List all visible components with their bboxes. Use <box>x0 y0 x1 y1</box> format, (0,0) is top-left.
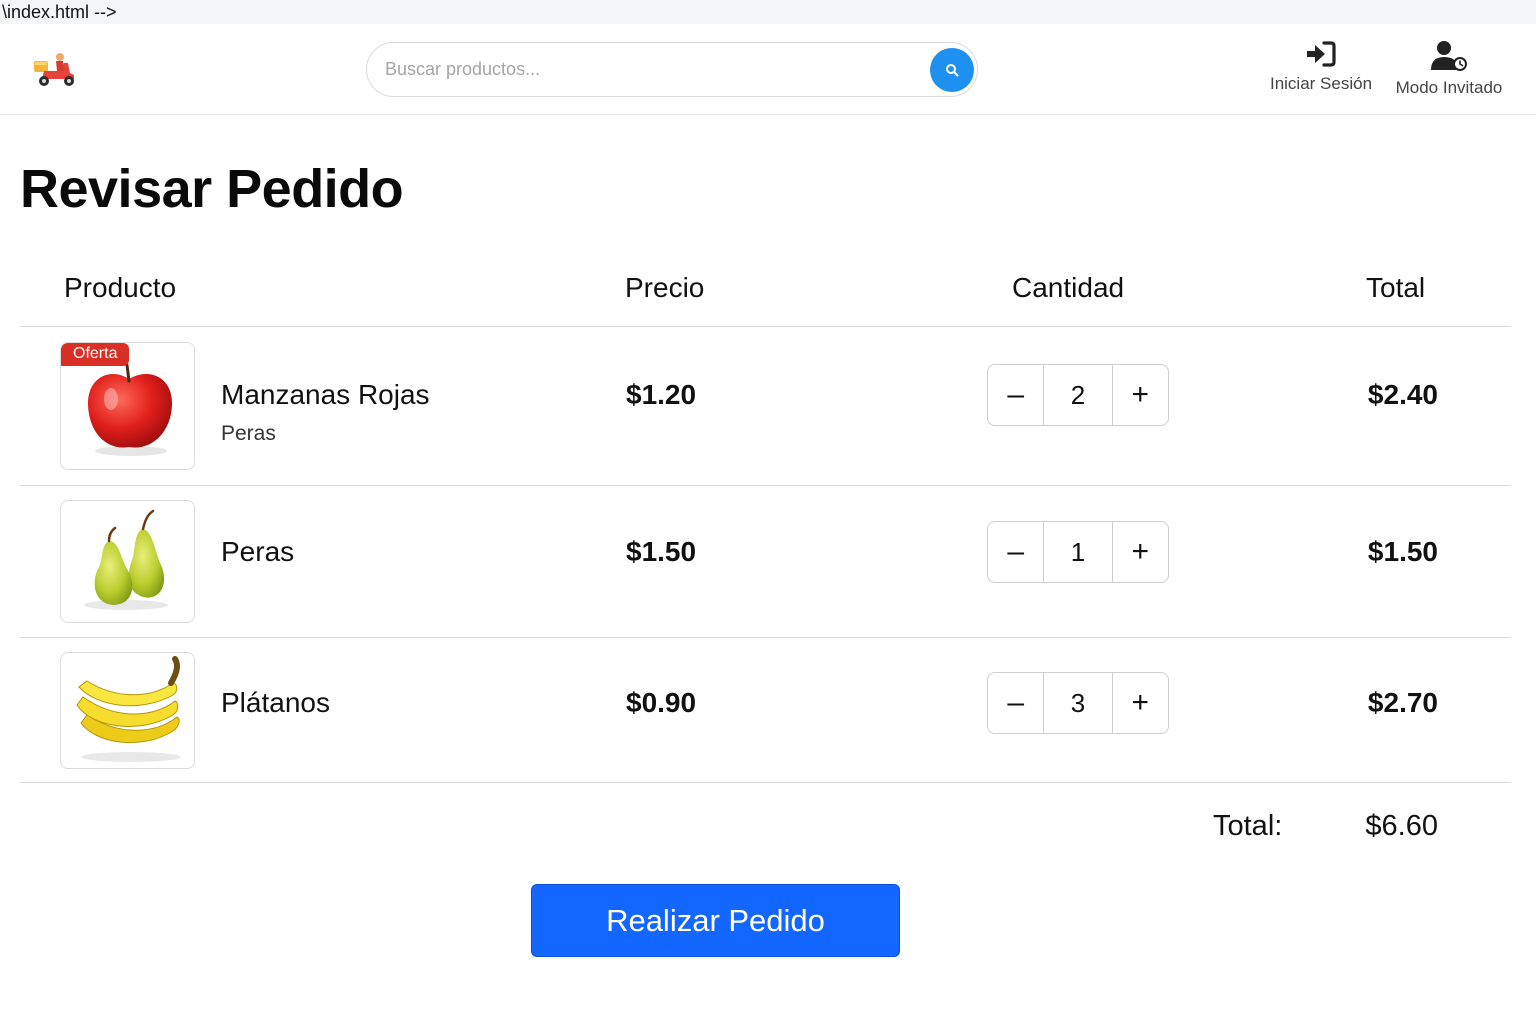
column-header-quantity: Cantidad <box>1012 272 1125 303</box>
table-divider <box>20 782 1511 783</box>
product-name: Peras <box>221 536 295 567</box>
search-bar <box>366 42 978 97</box>
top-navbar: Iniciar Sesión Modo Invitado <box>0 24 1536 115</box>
delivery-scooter-logo[interactable] <box>30 49 78 89</box>
product-price: $1.50 <box>626 536 697 567</box>
column-header-price: Precio <box>625 272 705 303</box>
increment-button[interactable]: + <box>1113 522 1168 582</box>
product-name: Plátanos <box>221 687 330 718</box>
product-subtitle: Peras <box>221 422 276 445</box>
grand-total-value: $6.60 <box>1365 810 1438 842</box>
scooter-icon <box>34 53 74 86</box>
product-image-pears[interactable] <box>60 500 195 623</box>
grand-total-label: Total: <box>1213 810 1283 842</box>
product-price: $0.90 <box>626 687 697 718</box>
increment-button[interactable]: + <box>1113 673 1168 733</box>
table-row: Plátanos $0.90 – 3 + $2.70 <box>20 638 1511 782</box>
product-image-apple[interactable]: Oferta <box>60 342 195 470</box>
offer-badge: Oferta <box>61 343 130 366</box>
quantity-stepper: – 3 + <box>987 672 1169 734</box>
column-header-total: Total <box>1366 272 1426 303</box>
product-price: $1.20 <box>626 379 697 410</box>
quantity-value[interactable]: 3 <box>1043 673 1113 733</box>
quantity-stepper: – 1 + <box>987 521 1169 583</box>
table-row: Peras $1.50 – 1 + $1.50 <box>20 486 1511 637</box>
login-button[interactable]: Iniciar Sesión <box>1266 40 1376 94</box>
bananas-image <box>76 656 181 762</box>
column-header-product: Producto <box>64 272 177 303</box>
page-title: Revisar Pedido <box>20 159 404 219</box>
increment-button[interactable]: + <box>1113 365 1168 425</box>
search-button[interactable] <box>930 48 974 92</box>
place-order-button[interactable]: Realizar Pedido <box>531 884 900 957</box>
product-image-bananas[interactable] <box>60 652 195 769</box>
table-row: Oferta Manzanas Rojas Peras $1.20 – 2 + … <box>20 327 1511 485</box>
decrement-button[interactable]: – <box>988 365 1043 425</box>
search-input[interactable] <box>385 43 925 96</box>
row-total: $1.50 <box>1367 536 1438 567</box>
guest-mode-label: Modo Invitado <box>1395 78 1503 97</box>
login-icon <box>1307 41 1336 67</box>
quantity-value[interactable]: 1 <box>1043 522 1113 582</box>
quantity-value[interactable]: 2 <box>1043 365 1113 425</box>
search-icon <box>946 64 959 77</box>
row-total: $2.70 <box>1367 687 1438 718</box>
product-name: Manzanas Rojas <box>221 379 430 410</box>
guest-mode-button[interactable]: Modo Invitado <box>1390 40 1508 98</box>
decrement-button[interactable]: – <box>988 673 1043 733</box>
guest-user-icon <box>1431 41 1467 71</box>
html-comment-text: \index.html --> <box>0 0 1536 24</box>
quantity-stepper: – 2 + <box>987 364 1169 426</box>
decrement-button[interactable]: – <box>988 522 1043 582</box>
pears-image <box>84 509 168 610</box>
row-total: $2.40 <box>1367 379 1438 410</box>
login-label: Iniciar Sesión <box>1269 74 1373 93</box>
